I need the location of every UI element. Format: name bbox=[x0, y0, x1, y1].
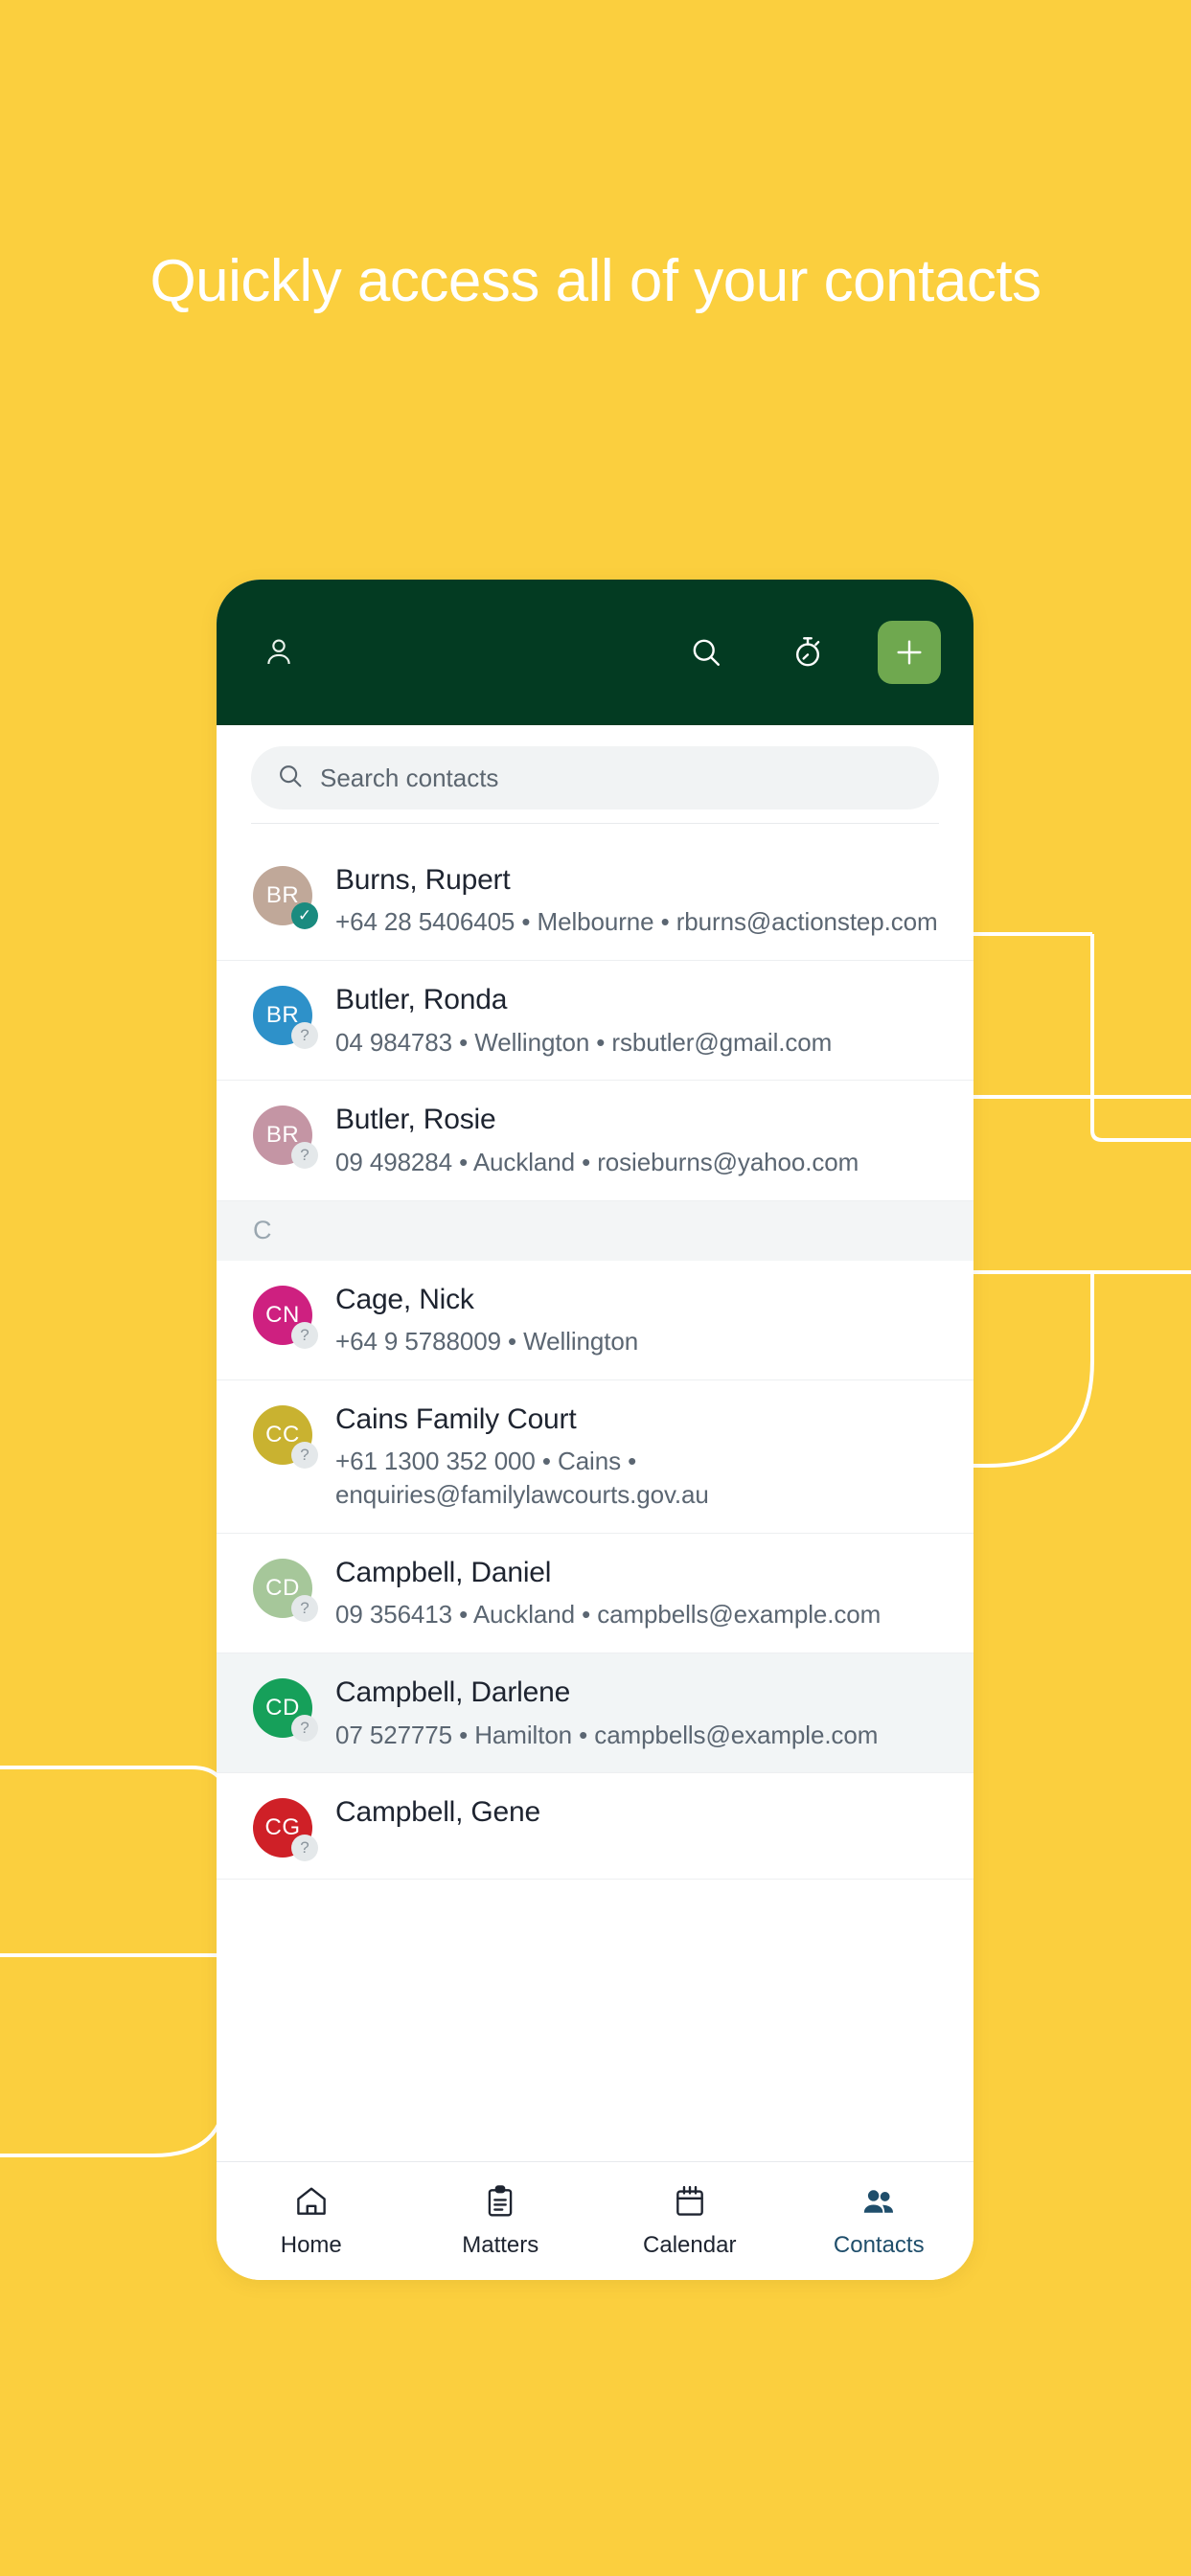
status-badge: ? bbox=[291, 1142, 318, 1170]
search-divider bbox=[251, 823, 939, 824]
contact-details: Campbell, Darlene 07 527775 • Hamilton •… bbox=[335, 1675, 945, 1751]
nav-label: Matters bbox=[462, 2232, 539, 2258]
avatar: BR ? bbox=[253, 1106, 318, 1170]
list-item[interactable]: CD ? Campbell, Daniel 09 356413 • Auckla… bbox=[217, 1534, 973, 1654]
contact-details: Burns, Rupert +64 28 5406405 • Melbourne… bbox=[335, 862, 945, 939]
nav-item-calendar[interactable]: Calendar bbox=[595, 2183, 785, 2259]
nav-label: Calendar bbox=[643, 2232, 737, 2258]
nav-item-matters[interactable]: Matters bbox=[406, 2183, 596, 2259]
contact-meta: +64 28 5406405 • Melbourne • rburns@acti… bbox=[335, 907, 938, 937]
search-section: Search contacts bbox=[217, 725, 973, 841]
nav-item-contacts[interactable]: Contacts bbox=[785, 2183, 974, 2259]
avatar: BR ? bbox=[253, 986, 318, 1050]
contact-meta: 07 527775 • Hamilton • campbells@example… bbox=[335, 1720, 879, 1749]
list-item[interactable]: BR ? Butler, Ronda 04 984783 • Wellingto… bbox=[217, 961, 973, 1082]
contact-details: Cage, Nick +64 9 5788009 • Wellington bbox=[335, 1282, 945, 1358]
home-icon bbox=[293, 2183, 330, 2224]
list-item[interactable]: CG ? Campbell, Gene bbox=[217, 1773, 973, 1881]
nav-label: Home bbox=[280, 2232, 342, 2258]
contact-name: Butler, Rosie bbox=[335, 1104, 496, 1136]
contact-meta: 09 356413 • Auckland • campbells@example… bbox=[335, 1600, 882, 1630]
contact-name: Cage, Nick bbox=[335, 1283, 474, 1315]
status-badge: ? bbox=[291, 1715, 318, 1743]
nav-label: Contacts bbox=[833, 2232, 925, 2258]
status-badge: ? bbox=[291, 1321, 318, 1349]
avatar: CD ? bbox=[253, 1678, 318, 1743]
contact-details: Cains Family Court +61 1300 352 000 • Ca… bbox=[335, 1402, 945, 1512]
contact-details: Campbell, Gene bbox=[335, 1794, 945, 1837]
app-header bbox=[217, 580, 973, 725]
list-item[interactable]: BR ? Butler, Rosie 09 498284 • Auckland … bbox=[217, 1081, 973, 1201]
page-title: Quickly access all of your contacts bbox=[149, 248, 1042, 314]
contact-name: Cains Family Court bbox=[335, 1402, 577, 1435]
status-badge: ? bbox=[291, 1594, 318, 1622]
contact-meta: 09 498284 • Auckland • rosieburns@yahoo.… bbox=[335, 1147, 859, 1176]
status-badge: ? bbox=[291, 1022, 318, 1050]
contact-list[interactable]: BR ✓ Burns, Rupert +64 28 5406405 • Melb… bbox=[217, 841, 973, 1881]
nav-item-home[interactable]: Home bbox=[217, 2183, 406, 2259]
contact-meta: +64 9 5788009 • Wellington bbox=[335, 1327, 639, 1356]
contact-name: Butler, Ronda bbox=[335, 984, 508, 1016]
search-input[interactable]: Search contacts bbox=[251, 746, 939, 809]
avatar: BR ✓ bbox=[253, 866, 318, 929]
status-badge: ✓ bbox=[291, 902, 318, 929]
add-button[interactable] bbox=[878, 621, 941, 684]
search-field-icon bbox=[276, 762, 305, 795]
contact-details: Campbell, Daniel 09 356413 • Auckland • … bbox=[335, 1555, 945, 1631]
avatar: CG ? bbox=[253, 1798, 318, 1862]
avatar: CC ? bbox=[253, 1404, 318, 1469]
list-item[interactable]: CN ? Cage, Nick +64 9 5788009 • Wellingt… bbox=[217, 1261, 973, 1380]
stopwatch-icon[interactable] bbox=[782, 627, 834, 678]
contact-meta: 04 984783 • Wellington • rsbutler@gmail.… bbox=[335, 1027, 833, 1057]
section-header-c: C bbox=[217, 1200, 973, 1261]
list-item[interactable]: CD ? Campbell, Darlene 07 527775 • Hamil… bbox=[217, 1653, 973, 1774]
search-icon[interactable] bbox=[680, 627, 732, 678]
search-placeholder: Search contacts bbox=[320, 763, 499, 792]
list-item[interactable]: CC ? Cains Family Court +61 1300 352 000… bbox=[217, 1380, 973, 1534]
contact-details: Butler, Rosie 09 498284 • Auckland • ros… bbox=[335, 1102, 945, 1178]
contact-details: Butler, Ronda 04 984783 • Wellington • r… bbox=[335, 982, 945, 1059]
contact-name: Campbell, Daniel bbox=[335, 1556, 552, 1588]
contact-name: Campbell, Darlene bbox=[335, 1676, 571, 1709]
avatar: CN ? bbox=[253, 1285, 318, 1349]
person-icon[interactable] bbox=[253, 627, 305, 678]
contact-meta: +61 1300 352 000 • Cains • enquiries@fam… bbox=[335, 1447, 709, 1510]
avatar: CD ? bbox=[253, 1558, 318, 1622]
status-badge: ? bbox=[291, 1441, 318, 1469]
people-icon bbox=[860, 2183, 897, 2224]
bottom-navigation: Home Matters Calendar Contacts bbox=[217, 2161, 973, 2280]
status-badge: ? bbox=[291, 1835, 318, 1862]
phone-mockup: Search contacts BR ✓ Burns, Rupert +64 2… bbox=[217, 580, 973, 2280]
contact-name: Burns, Rupert bbox=[335, 864, 511, 896]
calendar-icon bbox=[672, 2183, 708, 2224]
contact-name: Campbell, Gene bbox=[335, 1796, 540, 1829]
clipboard-icon bbox=[482, 2183, 518, 2224]
list-item[interactable]: BR ✓ Burns, Rupert +64 28 5406405 • Melb… bbox=[217, 841, 973, 962]
